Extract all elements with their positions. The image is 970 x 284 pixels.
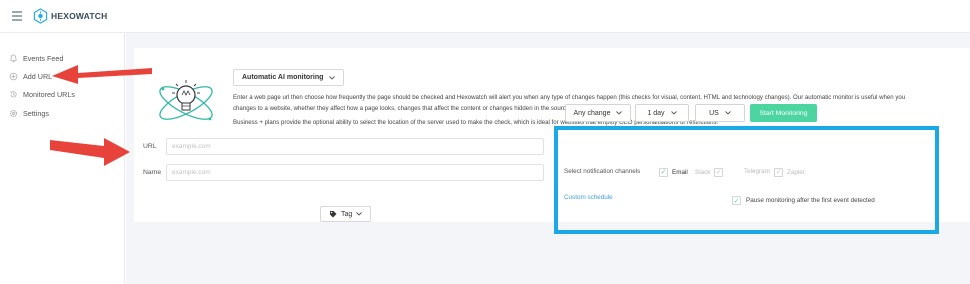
sidebar-item-label: Settings	[23, 108, 49, 118]
top-header: HEXOWATCH	[0, 0, 970, 33]
sidebar-item-add-url[interactable]: Add URL	[9, 70, 52, 82]
name-label: Name	[143, 169, 162, 176]
chevron-down-icon	[725, 111, 731, 115]
tag-dropdown[interactable]: Tag	[320, 206, 372, 222]
lightbulb-atom-illustration	[159, 80, 213, 121]
tag-label: Tag	[341, 210, 353, 218]
sidebar-item-label: Monitored URLs	[23, 89, 75, 99]
monitoring-mode-label: Automatic AI monitoring	[242, 74, 324, 81]
url-input[interactable]	[166, 138, 544, 155]
location-select[interactable]: US	[695, 104, 745, 122]
change-type-select[interactable]: Any change	[565, 104, 631, 122]
sidebar-item-monitored-urls[interactable]: Monitored URLs	[9, 88, 75, 100]
bell-icon	[10, 54, 17, 62]
tag-icon	[330, 211, 337, 218]
name-input[interactable]	[166, 164, 544, 181]
location-value: US	[709, 109, 719, 117]
hexowatch-logo-icon	[33, 8, 48, 24]
url-label: URL	[143, 143, 157, 150]
frequency-select[interactable]: 1 day	[635, 104, 689, 122]
menu-icon[interactable]	[12, 11, 22, 21]
plus-circle-icon	[9, 72, 18, 80]
frequency-value: 1 day	[647, 109, 665, 117]
start-monitoring-button[interactable]: Start Monitoring	[750, 104, 817, 122]
red-arrow-url-field	[50, 138, 130, 166]
history-icon	[10, 90, 17, 97]
chevron-down-icon	[329, 75, 336, 80]
sidebar-item-label: Add URL	[23, 71, 53, 81]
change-type-value: Any change	[573, 109, 611, 117]
gear-icon	[9, 109, 18, 117]
monitoring-mode-dropdown[interactable]: Automatic AI monitoring	[233, 69, 345, 86]
chevron-down-icon	[356, 212, 363, 216]
sidebar-item-settings[interactable]: Settings	[9, 107, 49, 119]
highlight-box	[554, 126, 939, 234]
chevron-down-icon	[670, 111, 677, 115]
description-line-1: Enter a web page url then choose how fre…	[233, 94, 906, 101]
red-arrow-add-url	[52, 65, 152, 84]
brand-name: HEXOWATCH	[51, 11, 108, 21]
chevron-down-icon	[616, 111, 623, 115]
